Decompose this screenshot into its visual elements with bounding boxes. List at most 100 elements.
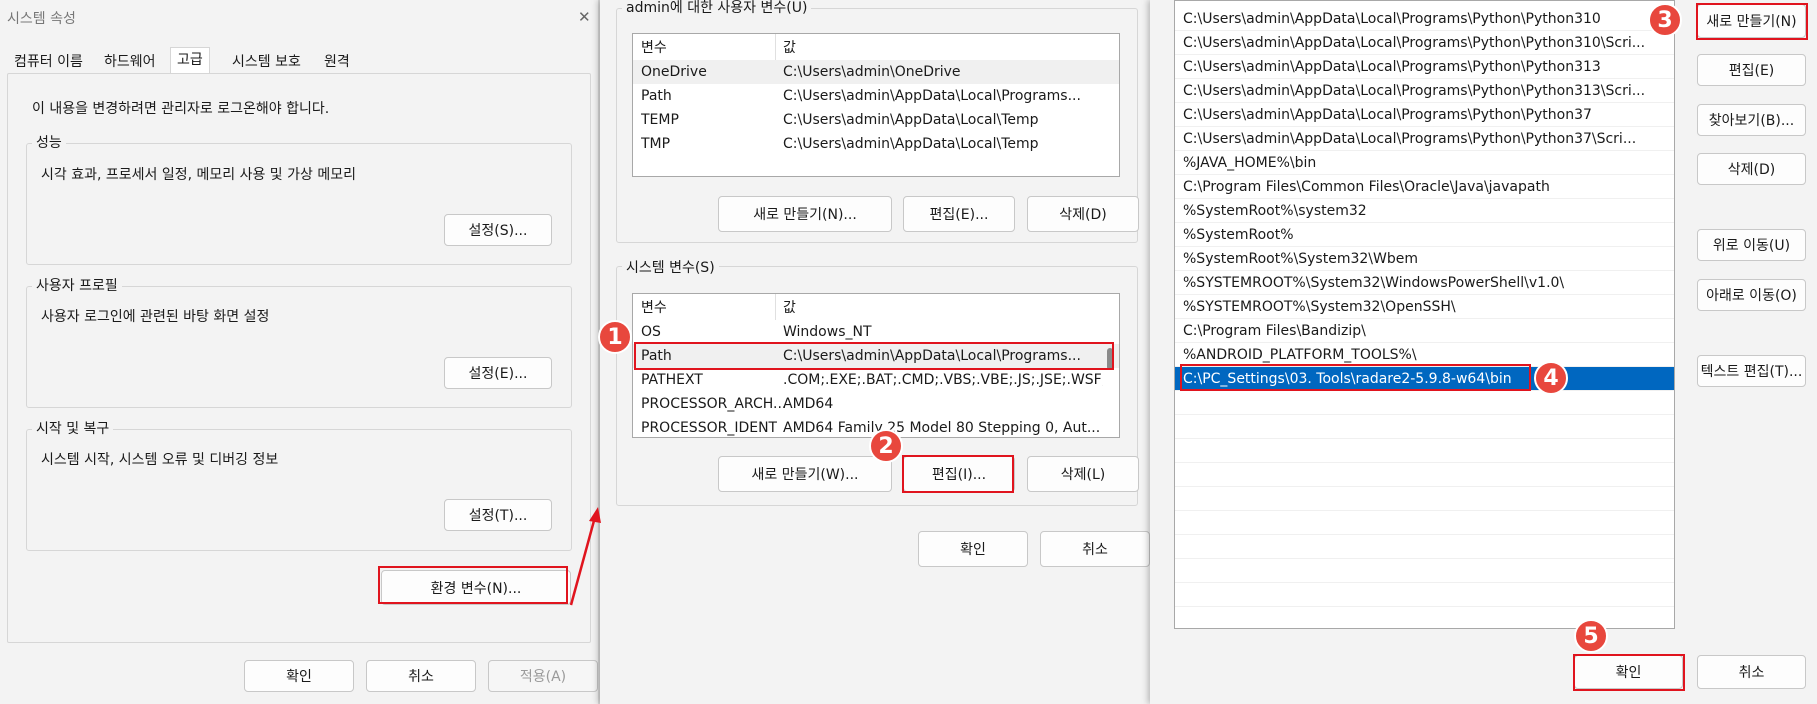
path-move-down-button[interactable]: 아래로 이동(O) [1697,279,1806,311]
path-browse-button[interactable]: 찾아보기(B)... [1697,104,1806,136]
list-item[interactable]: C:\Program Files\Bandizip\ [1175,319,1674,343]
list-item-empty[interactable] [1175,487,1674,511]
table-row[interactable]: OS Windows_NT [633,320,1119,344]
startup-recovery-group [26,429,572,551]
list-item[interactable]: %SystemRoot% [1175,223,1674,247]
edit-environment-variable-window: C:\Users\admin\AppData\Local\Programs\Py… [1150,0,1817,704]
system-delete-button[interactable]: 삭제(L) [1027,456,1139,492]
path-edit-button[interactable]: 편집(E) [1697,54,1806,86]
user-new-button[interactable]: 새로 만들기(N)... [718,196,892,232]
sysprop-ok-button[interactable]: 확인 [244,660,354,692]
tab-computer-name[interactable]: 컴퓨터 이름 [8,50,89,74]
column-header-variable[interactable]: 변수 [641,36,667,60]
variable-name: OneDrive [641,64,707,80]
annotation-badge-3: 3 [1648,3,1682,37]
variable-name: TMP [641,136,671,152]
table-row-selected[interactable]: Path C:\Users\admin\AppData\Local\Progra… [633,344,1119,368]
list-item[interactable]: C:\Users\admin\AppData\Local\Programs\Py… [1175,55,1674,79]
path-new-button[interactable]: 새로 만들기(N) [1697,4,1806,38]
scrollbar[interactable] [1107,348,1113,370]
path-delete-button[interactable]: 삭제(D) [1697,153,1806,185]
list-item[interactable]: C:\Users\admin\AppData\Local\Programs\Py… [1175,103,1674,127]
column-header-variable[interactable]: 변수 [641,296,667,320]
list-item[interactable]: C:\Users\admin\AppData\Local\Programs\Py… [1175,79,1674,103]
list-item-empty[interactable] [1175,559,1674,583]
system-variables-list[interactable]: 변수 값 OS Windows_NT Path C:\Users\admin\A… [632,293,1120,438]
table-row[interactable]: Path C:\Users\admin\AppData\Local\Progra… [633,84,1119,108]
variable-name: Path [641,88,672,104]
list-item-empty[interactable] [1175,463,1674,487]
startup-recovery-label: 시작 및 복구 [32,421,114,437]
table-row[interactable]: PROCESSOR_ARCH... AMD64 [633,392,1119,416]
tab-hardware[interactable]: 하드웨어 [98,50,162,74]
environment-variables-button[interactable]: 환경 변수(N)... [381,570,571,605]
performance-group [26,143,572,265]
variable-value: C:\Users\admin\AppData\Local\Programs... [783,348,1081,364]
user-variables-label: admin에 대한 사용자 변수(U) [622,0,812,16]
list-item-empty[interactable] [1175,535,1674,559]
column-header-value[interactable]: 값 [783,296,796,320]
admin-note: 이 내용을 변경하려면 관리자로 로그온해야 합니다. [32,101,330,117]
list-item-empty[interactable] [1175,391,1674,415]
table-row[interactable]: TEMP C:\Users\admin\AppData\Local\Temp [633,108,1119,132]
user-profile-settings-button[interactable]: 설정(E)... [444,357,552,389]
startup-recovery-settings-button[interactable]: 설정(T)... [444,499,552,531]
user-profile-desc: 사용자 로그인에 관련된 바탕 화면 설정 [41,309,270,325]
list-item-selected[interactable]: C:\PC_Settings\03. Tools\radare2-5.9.8-w… [1175,367,1674,391]
sysprop-cancel-button[interactable]: 취소 [366,660,476,692]
path-text-edit-button[interactable]: 텍스트 편집(T)... [1697,355,1806,387]
variable-name: PROCESSOR_IDENT... [641,420,777,436]
table-row[interactable]: OneDrive C:\Users\admin\OneDrive [633,60,1119,84]
path-cancel-button[interactable]: 취소 [1697,655,1806,689]
startup-recovery-desc: 시스템 시작, 시스템 오류 및 디버깅 정보 [41,452,279,468]
annotation-badge-4: 4 [1534,361,1568,395]
table-row[interactable]: PATHEXT .COM;.EXE;.BAT;.CMD;.VBS;.VBE;.J… [633,368,1119,392]
list-item[interactable]: %ANDROID_PLATFORM_TOOLS%\ [1175,343,1674,367]
tab-advanced[interactable]: 고급 [170,47,210,74]
table-row[interactable]: TMP C:\Users\admin\AppData\Local\Temp [633,132,1119,156]
list-item-empty[interactable] [1175,439,1674,463]
variable-value: C:\Users\admin\AppData\Local\Temp [783,136,1039,152]
list-item-empty[interactable] [1175,511,1674,535]
variable-value: Windows_NT [783,324,872,340]
performance-label: 성능 [32,135,66,151]
list-item[interactable]: %SystemRoot%\System32\Wbem [1175,247,1674,271]
list-item[interactable]: %SYSTEMROOT%\System32\OpenSSH\ [1175,295,1674,319]
list-item[interactable]: C:\Users\admin\AppData\Local\Programs\Py… [1175,127,1674,151]
list-item[interactable]: %SystemRoot%\system32 [1175,199,1674,223]
list-item[interactable]: %SYSTEMROOT%\System32\WindowsPowerShell\… [1175,271,1674,295]
envvars-cancel-button[interactable]: 취소 [1040,531,1150,567]
envvars-ok-button[interactable]: 확인 [918,531,1028,567]
variable-name: PROCESSOR_ARCH... [641,396,787,412]
user-variables-list[interactable]: 변수 값 OneDrive C:\Users\admin\OneDrive Pa… [632,33,1120,177]
tab-remote[interactable]: 원격 [318,50,356,74]
system-new-button[interactable]: 새로 만들기(W)... [718,456,892,492]
list-item[interactable]: C:\Users\admin\AppData\Local\Programs\Py… [1175,31,1674,55]
path-ok-button[interactable]: 확인 [1574,655,1683,689]
tab-system-protection[interactable]: 시스템 보호 [226,50,307,74]
variable-name: PATHEXT [641,372,703,388]
performance-settings-button[interactable]: 설정(S)... [444,214,552,246]
path-entries-list[interactable]: C:\Users\admin\AppData\Local\Programs\Py… [1174,0,1675,629]
variable-name: TEMP [641,112,679,128]
column-header-value[interactable]: 값 [783,36,796,60]
system-edit-button[interactable]: 편집(I)... [903,456,1015,492]
user-delete-button[interactable]: 삭제(D) [1027,196,1139,232]
list-item[interactable]: C:\Program Files\Common Files\Oracle\Jav… [1175,175,1674,199]
list-item[interactable]: C:\Users\admin\AppData\Local\Programs\Py… [1175,7,1674,31]
list-item-empty[interactable] [1175,583,1674,607]
path-move-up-button[interactable]: 위로 이동(U) [1697,229,1806,261]
arrow-icon [569,507,601,606]
list-item[interactable]: %JAVA_HOME%\bin [1175,151,1674,175]
user-profile-label: 사용자 프로필 [32,278,122,294]
annotation-badge-1: 1 [598,320,632,354]
system-variables-label: 시스템 변수(S) [622,260,719,276]
column-divider [775,34,776,60]
sysprop-apply-button[interactable]: 적용(A) [488,660,598,692]
system-properties-window: 시스템 속성 ✕ 컴퓨터 이름 하드웨어 고급 시스템 보호 원격 이 내용을 … [0,0,598,704]
user-edit-button[interactable]: 편집(E)... [903,196,1015,232]
list-header: 변수 값 [633,36,1119,60]
window-title: 시스템 속성 [7,11,76,27]
list-item-empty[interactable] [1175,415,1674,439]
close-icon[interactable]: ✕ [578,8,591,26]
